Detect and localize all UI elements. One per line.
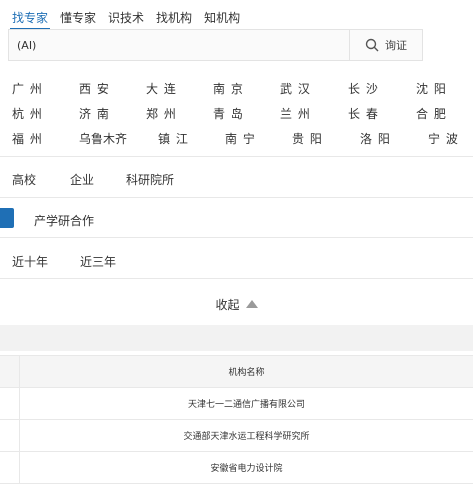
divider	[0, 197, 473, 198]
search-input[interactable]	[15, 35, 339, 55]
city-guiyang[interactable]: 贵 阳	[292, 130, 323, 147]
divider	[0, 156, 473, 157]
range-three-years[interactable]: 近三年	[80, 253, 116, 270]
city-guangzhou[interactable]: 广 州	[12, 80, 43, 97]
institution-type-row: 高校 企业 科研院所	[0, 158, 473, 198]
table-row[interactable]: 天津七一二通信广播有限公司	[0, 388, 473, 420]
city-changchun[interactable]: 长 春	[348, 105, 379, 122]
tab-know-expert[interactable]: 懂专家	[58, 8, 98, 30]
divider	[0, 278, 473, 279]
city-hefei[interactable]: 合 肥	[416, 105, 447, 122]
city-urumqi[interactable]: 乌鲁木齐	[79, 130, 127, 147]
type-research-institute[interactable]: 科研院所	[126, 171, 174, 188]
tab-find-expert[interactable]: 找专家	[10, 8, 51, 30]
institution-name: 交通部天津水运工程科学研究所	[183, 432, 310, 442]
search-bar: 询证	[8, 29, 423, 61]
search-button-label: 询证	[385, 39, 407, 52]
collapse-button[interactable]: 收起	[0, 296, 473, 313]
city-zhenjiang[interactable]: 镇 江	[158, 130, 189, 147]
city-wuhan[interactable]: 武 汉	[280, 80, 311, 97]
institution-name: 天津七一二通信广播有限公司	[187, 400, 305, 410]
city-nanjing[interactable]: 南 京	[213, 80, 244, 97]
column-header-name: 机构名称	[228, 368, 265, 378]
city-row: 杭 州 济 南 郑 州 青 岛 兰 州 长 春 合 肥	[12, 105, 472, 130]
table-index-cell	[0, 388, 20, 419]
city-nanning[interactable]: 南 宁	[225, 130, 256, 147]
tab-find-institution[interactable]: 找机构	[154, 8, 194, 30]
cooperation-option[interactable]: 产学研合作	[34, 212, 94, 229]
section-spacer	[0, 325, 473, 351]
city-zhengzhou[interactable]: 郑 州	[146, 105, 177, 122]
city-qingdao[interactable]: 青 岛	[213, 105, 244, 122]
table-index-column	[0, 356, 20, 387]
table-row[interactable]: 安徽省电力设计院	[0, 452, 473, 484]
triangle-up-icon	[245, 300, 258, 308]
city-grid: 广 州 西 安 大 连 南 京 武 汉 长 沙 沈 阳 杭 州 济 南 郑 州 …	[12, 80, 472, 155]
type-enterprise[interactable]: 企业	[70, 171, 94, 188]
search-icon	[365, 38, 379, 52]
institution-table: 机构名称 天津七一二通信广播有限公司 交通部天津水运工程科学研究所 安徽省电力设…	[0, 355, 473, 484]
city-xian[interactable]: 西 安	[79, 80, 110, 97]
city-fuzhou[interactable]: 福 州	[12, 130, 43, 147]
city-ningbo[interactable]: 宁 波	[428, 130, 459, 147]
range-ten-years[interactable]: 近十年	[12, 253, 48, 270]
type-university[interactable]: 高校	[12, 171, 36, 188]
tab-know-institution[interactable]: 知机构	[202, 8, 242, 30]
city-shenyang[interactable]: 沈 阳	[416, 80, 447, 97]
city-hangzhou[interactable]: 杭 州	[12, 105, 43, 122]
divider	[0, 237, 473, 238]
table-row[interactable]: 交通部天津水运工程科学研究所	[0, 420, 473, 452]
city-row: 福 州 乌鲁木齐 镇 江 南 宁 贵 阳 洛 阳 宁 波	[12, 130, 472, 155]
table-index-cell	[0, 420, 20, 451]
collapse-label: 收起	[215, 298, 240, 312]
city-row: 广 州 西 安 大 连 南 京 武 汉 长 沙 沈 阳	[12, 80, 472, 105]
top-tabs: 找专家 懂专家 识技术 找机构 知机构	[10, 8, 242, 30]
city-luoyang[interactable]: 洛 阳	[360, 130, 391, 147]
search-button[interactable]: 询证	[349, 30, 422, 60]
city-changsha[interactable]: 长 沙	[348, 80, 379, 97]
time-range-row: 近十年 近三年	[0, 240, 473, 280]
table-header-row: 机构名称	[0, 355, 473, 388]
tab-identify-tech[interactable]: 识技术	[106, 8, 146, 30]
city-lanzhou[interactable]: 兰 州	[280, 105, 311, 122]
city-dalian[interactable]: 大 连	[146, 80, 177, 97]
cooperation-row: 产学研合作	[0, 199, 473, 239]
city-jinan[interactable]: 济 南	[79, 105, 110, 122]
table-index-cell	[0, 452, 20, 483]
institution-name: 安徽省电力设计院	[210, 464, 283, 474]
